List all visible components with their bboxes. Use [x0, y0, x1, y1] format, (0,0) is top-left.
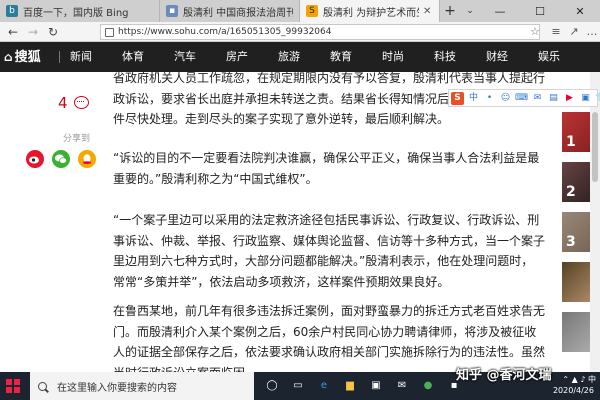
wechat-icon[interactable]: [52, 150, 70, 168]
system-tray[interactable]: ⌃ ▲ ♪ 中: [562, 374, 596, 386]
back-button[interactable]: ←: [4, 22, 22, 42]
window-controls: — ☐ ✕: [480, 0, 600, 22]
cortana-icon[interactable]: ◯: [264, 378, 280, 394]
refresh-button[interactable]: ↻: [44, 22, 62, 42]
page-content: 4 分享到 省政府机关人员工作疏忽，在规定期限内没有予以答复，殷清利代表当事人提…: [0, 72, 600, 372]
tab-label: 殷清利 中国商报法治周刊 &: [183, 7, 293, 19]
page-scrollbar[interactable]: [590, 72, 600, 372]
ime-video-icon[interactable]: ▶: [563, 92, 576, 105]
site-nav-bar: ⌂ 搜狐 新闻 体育 汽车 房产 旅游 教育 时尚 科技 财经 娱乐: [0, 42, 600, 72]
article-sidebar: 4 分享到: [0, 72, 110, 372]
article-paragraph: 在鲁西某地，前几年有很多违法拆迁案例，面对野蛮暴力的拆迁方式老百姓求告无门。而殷…: [113, 304, 546, 372]
related-rank: 1: [566, 134, 576, 150]
ime-chinese-mode-icon[interactable]: 中: [467, 92, 480, 105]
related-item[interactable]: [562, 262, 590, 302]
home-icon: ⌂: [4, 50, 13, 64]
close-window-button[interactable]: ✕: [560, 0, 600, 22]
ime-mail-icon[interactable]: ✉: [531, 92, 544, 105]
favorite-star-icon[interactable]: ☆: [530, 25, 540, 38]
logo-text: 搜狐: [14, 50, 41, 65]
tab-label: 殷清利 为辩护艺术而生: [323, 7, 419, 19]
nav-divider: [59, 51, 60, 63]
minimize-button[interactable]: —: [480, 0, 520, 22]
related-item[interactable]: [562, 312, 590, 352]
ime-punctuation-icon[interactable]: •: [483, 92, 496, 105]
nav-item-tech[interactable]: 科技: [434, 42, 456, 72]
tab-sohu-active[interactable]: S 殷清利 为辩护艺术而生 ✕: [300, 0, 440, 22]
bing-icon: b: [6, 5, 18, 17]
task-view-icon[interactable]: ▭: [290, 378, 306, 394]
ime-emoji-icon[interactable]: ☺: [499, 92, 512, 105]
article-paragraph: “一个案子里边可以采用的法定救济途径包括民事诉讼、行政复议、行政诉讼、刑事诉讼、…: [113, 213, 546, 289]
close-tab-icon[interactable]: ✕: [423, 6, 433, 17]
taskbar-date[interactable]: 2020/4/26: [553, 386, 594, 395]
search-icon: [38, 381, 47, 391]
article-paragraph: “诉讼的目的不一定要看法院判决谁赢，确保公平正义，确保当事人合法利益是最重要的。…: [113, 151, 540, 186]
nav-item-education[interactable]: 教育: [330, 42, 352, 72]
nav-item-fashion[interactable]: 时尚: [382, 42, 404, 72]
lock-icon: [105, 27, 114, 37]
ime-toolbar[interactable]: S 中 • ☺ ⌨ ✉ ▤ ▶ ▣ 👕 ▦: [448, 89, 600, 107]
ime-menu-icon[interactable]: ▤: [547, 92, 560, 105]
chrome-icon[interactable]: ●: [420, 378, 436, 394]
ime-screenshot-icon[interactable]: ▣: [579, 92, 592, 105]
new-tab-button[interactable]: +: [440, 0, 460, 22]
article-body: 省政府机关人员工作疏忽，在规定期限内没有予以答复，殷清利代表当事人提起行政诉讼，…: [113, 72, 548, 372]
ime-keyboard-icon[interactable]: ⌨: [515, 92, 528, 105]
nav-item-entertainment[interactable]: 娱乐: [538, 42, 560, 72]
reading-list-icon[interactable]: ≡: [548, 22, 564, 42]
forward-button[interactable]: →: [24, 22, 42, 42]
url-text: https://www.sohu.com/a/165051305_9993206…: [118, 27, 332, 37]
related-item[interactable]: 1: [562, 112, 590, 152]
related-item[interactable]: 3: [562, 212, 590, 252]
nav-item-sports[interactable]: 体育: [122, 42, 144, 72]
ime-logo-icon[interactable]: S: [451, 91, 464, 105]
tab-bar: b 百度一下，国内版 Bing ▪ 殷清利 中国商报法治周刊 & S 殷清利 为…: [0, 0, 600, 22]
comment-icon[interactable]: [74, 96, 89, 109]
share-icon[interactable]: ↗: [566, 22, 582, 42]
related-rank: 2: [566, 184, 576, 200]
page-icon: ▪: [166, 5, 178, 17]
tab-menu-chevron-icon[interactable]: ⌄: [462, 0, 478, 22]
share-label: 分享到: [63, 134, 91, 144]
nav-item-news[interactable]: 新闻: [70, 42, 92, 72]
tab-label: 百度一下，国内版 Bing: [23, 7, 129, 19]
address-bar: ← → ↻ https://www.sohu.com/a/165051305_9…: [0, 22, 600, 42]
zhihu-watermark: 知乎 @香河文瑞: [456, 368, 552, 383]
scrollbar-thumb[interactable]: [592, 112, 598, 182]
tab-shangbao[interactable]: ▪ 殷清利 中国商报法治周刊 &: [160, 0, 300, 22]
store-icon[interactable]: ▣: [368, 378, 384, 394]
explorer-icon[interactable]: ▆: [342, 378, 358, 394]
comment-count[interactable]: 4: [58, 94, 68, 112]
nav-item-finance[interactable]: 财经: [486, 42, 508, 72]
maximize-button[interactable]: ☐: [520, 0, 560, 22]
nav-item-auto[interactable]: 汽车: [174, 42, 196, 72]
nav-item-travel[interactable]: 旅游: [278, 42, 300, 72]
tray-icons: ⌃ ▲ ♪ 中: [562, 375, 596, 384]
ime-skin-icon[interactable]: 👕: [595, 92, 600, 105]
sohu-logo[interactable]: ⌂ 搜狐: [0, 42, 41, 72]
related-thumbnails: 1 2 3: [562, 72, 590, 372]
related-item[interactable]: 2: [562, 162, 590, 202]
related-rank: 3: [566, 234, 576, 250]
taskbar-search-box[interactable]: 在这里输入你要搜索的内容: [30, 372, 254, 400]
windows-start-icon[interactable]: [6, 379, 20, 393]
mail-icon[interactable]: ✉: [394, 378, 410, 394]
nav-item-house[interactable]: 房产: [226, 42, 248, 72]
search-placeholder: 在这里输入你要搜索的内容: [57, 382, 177, 394]
more-icon[interactable]: …: [584, 22, 600, 42]
sohu-icon: S: [306, 5, 318, 17]
tab-bing[interactable]: b 百度一下，国内版 Bing: [0, 0, 160, 22]
qq-icon[interactable]: [78, 150, 96, 168]
url-field[interactable]: https://www.sohu.com/a/165051305_9993206…: [100, 24, 540, 40]
edge-icon[interactable]: e: [316, 378, 332, 394]
weibo-icon[interactable]: [26, 150, 44, 168]
